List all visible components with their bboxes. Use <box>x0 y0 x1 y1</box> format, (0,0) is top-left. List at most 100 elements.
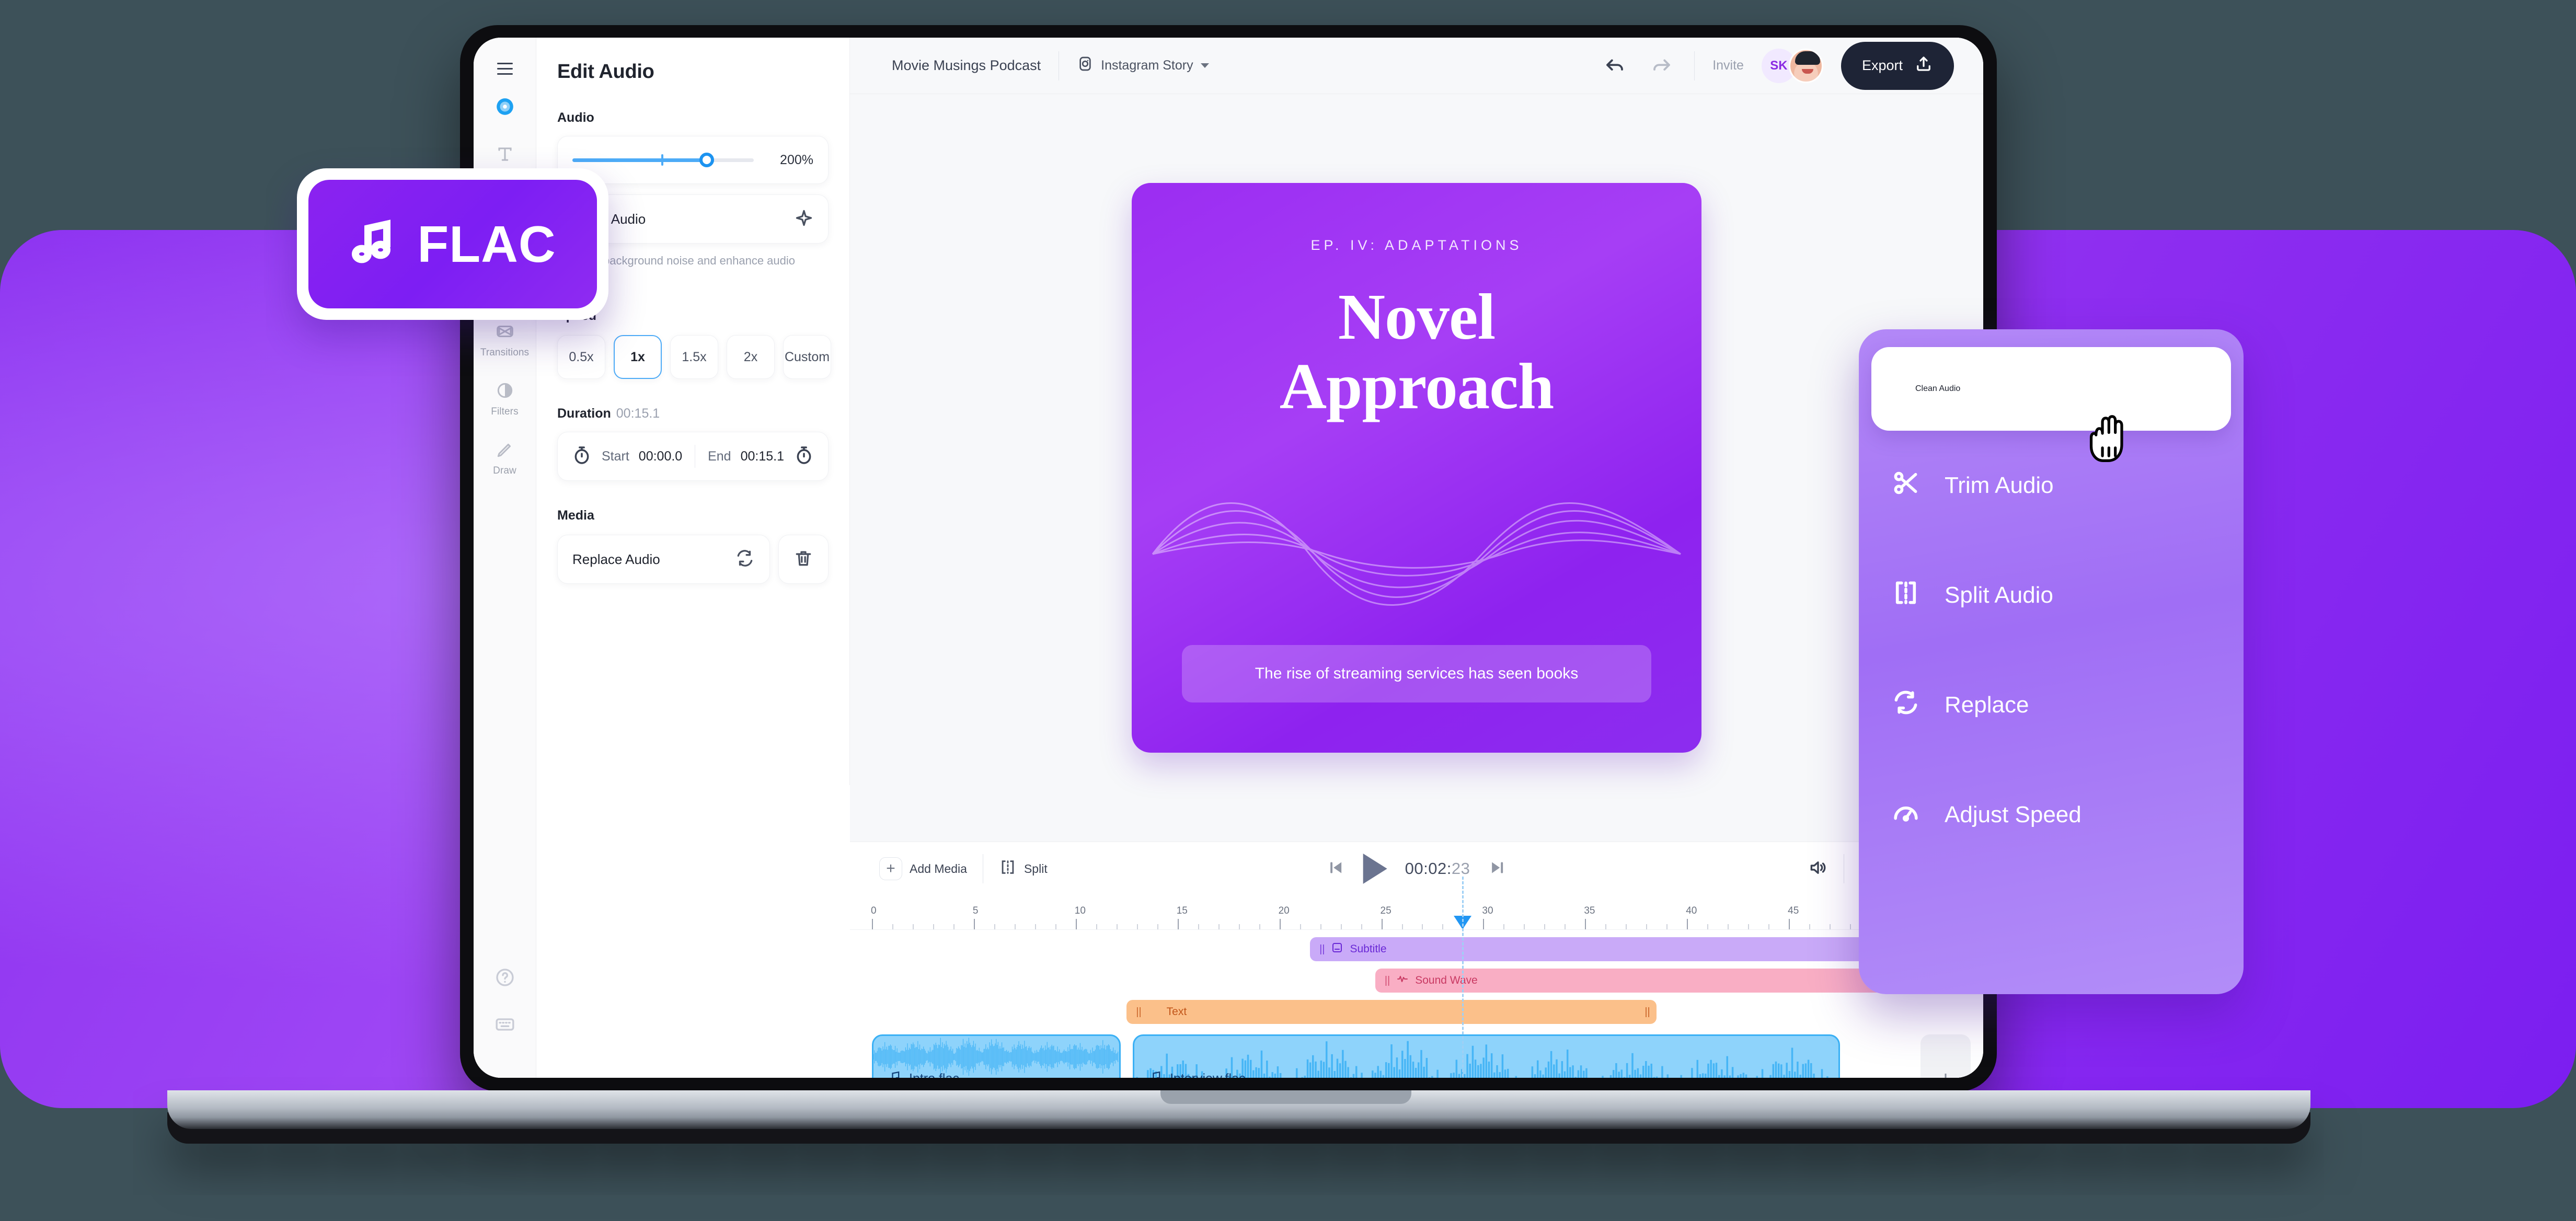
sidebar-item-draw[interactable]: Draw <box>479 439 531 477</box>
add-media-label: Add Media <box>910 861 967 876</box>
ruler-tick <box>1544 924 1546 929</box>
preview-canvas[interactable]: EP. IV: ADAPTATIONS Novel Approach The r… <box>1132 183 1701 753</box>
current-time-main: 00:02: <box>1405 859 1452 878</box>
page-title: Edit Audio <box>557 61 654 83</box>
speaker-icon[interactable] <box>1808 858 1828 880</box>
split-label: Split <box>1024 861 1048 876</box>
clip-grip[interactable]: || <box>1136 1006 1141 1018</box>
format-label: Instagram Story <box>1101 58 1193 73</box>
context-menu-label: Adjust Speed <box>1945 802 2082 827</box>
current-time: 00:02:23 <box>1405 859 1470 878</box>
ruler-tick <box>1055 924 1056 929</box>
invite-button[interactable]: Invite <box>1712 58 1744 73</box>
avatar-group: SK <box>1761 48 1823 83</box>
ruler-tick <box>994 924 995 929</box>
ruler-tick <box>1605 924 1607 929</box>
volume-slider[interactable] <box>572 153 754 167</box>
context-menu-item-replace[interactable]: Replace <box>1859 650 2244 760</box>
timeline-ruler[interactable]: 05101520253035404550 <box>850 895 1983 930</box>
track-audio: Intro.flac Interview.flac + <box>850 1034 1983 1078</box>
ruler-tick <box>1687 919 1688 929</box>
speed-option-1x[interactable]: 1x <box>614 335 662 379</box>
start-value[interactable]: 00:00.0 <box>639 449 682 464</box>
waveform-chip-icon <box>1396 973 1409 988</box>
skip-to-end-icon[interactable] <box>1488 858 1506 880</box>
music-note-icon <box>349 218 399 271</box>
skip-to-start-icon[interactable] <box>1327 858 1346 880</box>
preview-caption[interactable]: The rise of streaming services has seen … <box>1182 645 1651 702</box>
preview-eyebrow: EP. IV: ADAPTATIONS <box>1310 237 1523 253</box>
audio-clip[interactable]: Interview.flac <box>1132 1034 1840 1078</box>
context-menu-item-adjust-speed[interactable]: Adjust Speed <box>1859 760 2244 870</box>
end-value[interactable]: 00:15.1 <box>741 449 784 464</box>
clip-grip[interactable]: || <box>1385 975 1390 987</box>
duration-heading-label: Duration <box>557 406 611 421</box>
sidebar-item-transitions[interactable]: Transitions <box>479 320 531 359</box>
preview-title-line-1: Novel <box>1338 281 1496 353</box>
text-icon <box>494 143 516 165</box>
ruler-tick-label: 35 <box>1584 905 1595 916</box>
play-icon[interactable] <box>1363 854 1387 884</box>
current-time-frames: 23 <box>1451 859 1470 878</box>
clip-grip[interactable]: || <box>1319 943 1325 955</box>
add-media-button[interactable]: + Add Media <box>879 857 967 880</box>
redo-arrow-icon[interactable] <box>1647 51 1676 80</box>
ruler-tick <box>1096 924 1097 929</box>
ruler-tick <box>892 924 893 929</box>
ruler-tick <box>1157 924 1158 929</box>
menu-icon[interactable] <box>497 63 513 75</box>
duration-range-control: Start 00:00.0 End 00:15.1 <box>557 432 829 481</box>
audio-clip[interactable]: Intro.flac <box>872 1034 1121 1078</box>
chevron-down-icon <box>1200 63 1209 68</box>
split-button[interactable]: Split <box>999 858 1048 879</box>
laptop-screen: Text Subtitles Elements Transitions <box>474 38 1983 1078</box>
clip-grip-end[interactable]: || <box>1644 1006 1650 1018</box>
context-menu-item-clean-audio[interactable]: Clean Audio <box>1871 347 2231 431</box>
pencil-icon <box>494 439 516 460</box>
waveform-graphic <box>1152 502 1681 606</box>
sidebar-item-audio[interactable] <box>479 96 531 122</box>
undo-arrow-icon[interactable] <box>1600 51 1629 80</box>
ruler-tick <box>1401 924 1403 929</box>
speed-option-1_5x[interactable]: 1.5x <box>670 335 718 379</box>
video-editor-app: Text Subtitles Elements Transitions <box>474 38 1983 1078</box>
format-selector[interactable]: Instagram Story <box>1077 55 1209 76</box>
add-track-button[interactable]: + <box>1920 1034 1971 1078</box>
context-menu-item-trim-audio[interactable]: Trim Audio <box>1859 431 2244 540</box>
timeline-clip[interactable]: || Text || <box>1126 1000 1657 1024</box>
ruler-tick <box>1707 924 1709 929</box>
keyboard-icon[interactable] <box>493 1013 516 1036</box>
audio-clip-name: Intro.flac <box>887 1070 959 1078</box>
help-circle-icon[interactable] <box>493 966 516 989</box>
ruler-tick <box>973 919 975 929</box>
delete-audio-button[interactable] <box>778 535 829 584</box>
ruler-tick <box>1830 924 1831 929</box>
ruler-tick <box>1524 924 1525 929</box>
ruler-tick-label: 10 <box>1074 905 1086 916</box>
speed-option-0_5x[interactable]: 0.5x <box>557 335 605 379</box>
volume-midpoint-tick <box>661 154 664 166</box>
avatar[interactable] <box>1788 48 1823 83</box>
speed-option-2x[interactable]: 2x <box>727 335 775 379</box>
track-subtitle: || Subtitle <box>850 937 1983 963</box>
export-button[interactable]: Export <box>1841 41 1954 90</box>
context-menu-item-split-audio[interactable]: Split Audio <box>1859 540 2244 650</box>
volume-knob[interactable] <box>699 153 714 167</box>
transitions-icon <box>494 320 516 342</box>
speed-option-custom[interactable]: Custom <box>783 335 831 379</box>
replace-audio-label: Replace Audio <box>572 551 660 567</box>
context-menu-label: Trim Audio <box>1945 473 2054 498</box>
divider <box>1694 51 1695 80</box>
replace-audio-button[interactable]: Replace Audio <box>557 535 770 584</box>
text-chip-icon <box>1148 1004 1160 1020</box>
ruler-tick-label: 15 <box>1176 905 1188 916</box>
audio-context-menu: Clean Audio Trim Audio Split Audio Repla… <box>1859 329 2244 994</box>
split-icon <box>1891 578 1920 613</box>
timeline-toolbar: + Add Media Split 00:02:23 <box>850 842 1983 895</box>
audio-section-heading: Audio <box>557 110 594 125</box>
pointing-hand-cursor <box>2089 415 2123 462</box>
sidebar-item-filters[interactable]: Filters <box>479 379 531 418</box>
project-name[interactable]: Movie Musings Podcast <box>892 57 1041 74</box>
start-label: Start <box>602 448 629 464</box>
ruler-tick <box>1728 924 1729 929</box>
